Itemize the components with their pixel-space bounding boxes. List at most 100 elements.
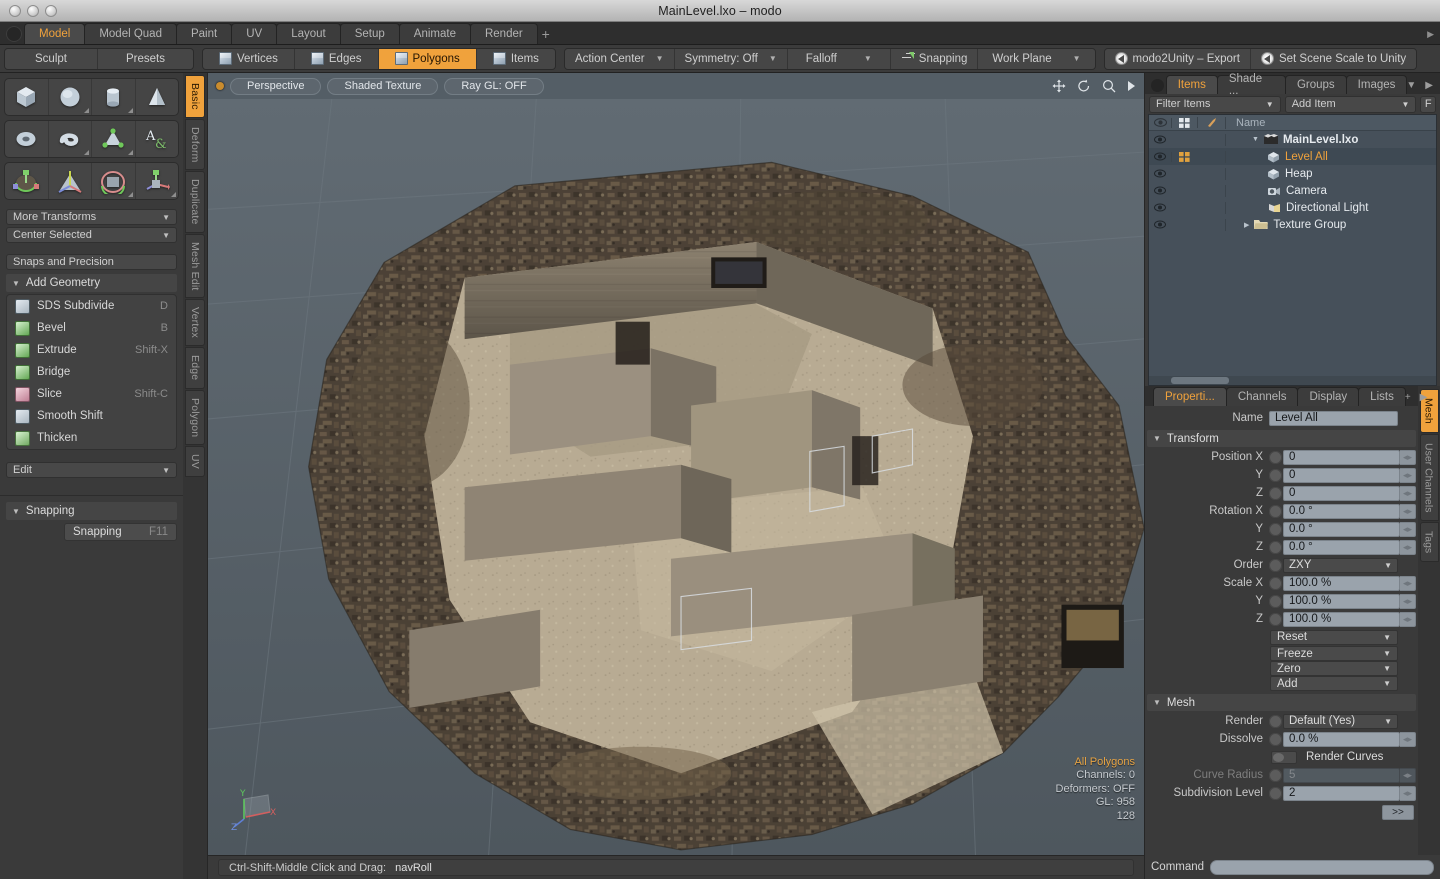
- row-visibility-toggle[interactable]: [1149, 203, 1171, 212]
- reset-dropdown[interactable]: Reset ▼: [1270, 629, 1398, 645]
- tool-smooth-shift[interactable]: Smooth Shift: [7, 405, 176, 427]
- channel-knob[interactable]: [1269, 486, 1282, 500]
- row-visibility-toggle[interactable]: [1149, 152, 1171, 161]
- subdivision-level-input[interactable]: 2: [1283, 785, 1400, 801]
- vertices-mode-button[interactable]: Vertices: [202, 48, 295, 69]
- items-mode-button[interactable]: Items: [476, 48, 555, 69]
- presets-button[interactable]: Presets: [97, 48, 193, 69]
- action-center-dropdown[interactable]: Action Center ▼: [564, 48, 675, 69]
- work-plane-dropdown[interactable]: Work Plane ▼: [978, 48, 1095, 69]
- channel-knob[interactable]: [1269, 540, 1282, 554]
- cube-tool[interactable]: [5, 79, 49, 115]
- snapping-toggle-button[interactable]: Snapping: [890, 48, 979, 69]
- position-y-stepper[interactable]: ◂▸: [1400, 467, 1416, 483]
- rotation-y-input[interactable]: 0.0 °: [1283, 521, 1400, 537]
- render-curves-toggle[interactable]: [1271, 750, 1297, 764]
- table-row[interactable]: Camera: [1149, 182, 1436, 199]
- scale-y-input[interactable]: 100.0 %: [1283, 593, 1400, 609]
- table-row[interactable]: Level All: [1149, 148, 1436, 165]
- rvtab-tags[interactable]: Tags: [1419, 522, 1439, 563]
- tab-groups[interactable]: Groups: [1284, 75, 1347, 94]
- spiral-tool[interactable]: [49, 121, 92, 157]
- tab-shading[interactable]: Shade ...: [1216, 73, 1286, 97]
- tool-bevel[interactable]: Bevel B: [7, 317, 176, 339]
- chevron-down-icon[interactable]: ▼: [1406, 80, 1416, 91]
- row-name-cell[interactable]: Directional Light: [1225, 201, 1436, 214]
- tool-extrude[interactable]: Extrude Shift-X: [7, 339, 176, 361]
- snapping-section-header[interactable]: ▼ Snapping: [6, 502, 177, 520]
- channel-knob[interactable]: [1269, 468, 1282, 482]
- mesh-section-header[interactable]: ▼ Mesh: [1147, 694, 1416, 711]
- rotation-x-stepper[interactable]: ◂▸: [1400, 503, 1416, 519]
- tab-layout[interactable]: Layout: [276, 23, 341, 44]
- dissolve-input[interactable]: 0.0 %: [1283, 731, 1400, 747]
- add-properties-tab-button[interactable]: +: [1405, 392, 1411, 403]
- tab-lists[interactable]: Lists: [1358, 387, 1406, 406]
- table-row[interactable]: ▶ Texture Group: [1149, 216, 1436, 233]
- channel-knob[interactable]: [1269, 732, 1282, 746]
- polygon-point-tool[interactable]: [92, 121, 136, 157]
- tab-setup[interactable]: Setup: [339, 23, 400, 44]
- viewport-shading-dropdown[interactable]: Shaded Texture: [327, 77, 439, 95]
- position-y-input[interactable]: 0: [1283, 467, 1400, 483]
- rvtab-user-channels[interactable]: User Channels: [1419, 433, 1439, 522]
- scale-z-stepper[interactable]: ◂▸: [1400, 611, 1416, 627]
- edit-dropdown[interactable]: Edit ▼: [6, 462, 177, 478]
- tab-uv[interactable]: UV: [231, 23, 278, 44]
- position-z-stepper[interactable]: ◂▸: [1400, 485, 1416, 501]
- position-z-input[interactable]: 0: [1283, 485, 1400, 501]
- sculpt-button[interactable]: Sculpt: [5, 48, 98, 69]
- vtab-mesh-edit[interactable]: Mesh Edit: [185, 233, 205, 299]
- channel-knob[interactable]: [1269, 558, 1282, 572]
- vtab-polygon[interactable]: Polygon: [185, 389, 205, 446]
- vtab-basic[interactable]: Basic: [185, 75, 205, 118]
- tab-model[interactable]: Model: [24, 23, 86, 44]
- scale-gizmo-tool[interactable]: [92, 163, 136, 199]
- tab-model-quad[interactable]: Model Quad: [84, 23, 177, 44]
- scale-y-stepper[interactable]: ◂▸: [1400, 593, 1416, 609]
- channel-knob[interactable]: [1269, 576, 1282, 590]
- channel-knob[interactable]: [1269, 504, 1282, 518]
- viewport-menu-dot[interactable]: [216, 82, 224, 90]
- table-row[interactable]: Heap: [1149, 165, 1436, 182]
- subdivision-level-stepper[interactable]: ◂▸: [1400, 785, 1416, 801]
- item-tree-hscrollbar[interactable]: [1149, 376, 1436, 385]
- edges-mode-button[interactable]: Edges: [294, 48, 379, 69]
- tab-paint[interactable]: Paint: [175, 23, 233, 44]
- cylinder-tool[interactable]: [92, 79, 136, 115]
- polygons-mode-button[interactable]: Polygons: [378, 48, 477, 69]
- add-dropdown[interactable]: Add ▼: [1270, 676, 1398, 691]
- sphere-tool[interactable]: [49, 79, 92, 115]
- modo2unity-export-button[interactable]: modo2Unity – Export: [1104, 48, 1251, 69]
- rotation-y-stepper[interactable]: ◂▸: [1400, 521, 1416, 537]
- channel-knob[interactable]: [1269, 450, 1282, 464]
- zoom-icon[interactable]: [1102, 79, 1116, 93]
- channel-knob[interactable]: [1269, 594, 1282, 608]
- zero-dropdown[interactable]: Zero ▼: [1270, 661, 1398, 676]
- chevron-down-icon[interactable]: ▼: [1252, 136, 1259, 143]
- expand-icon[interactable]: [1127, 80, 1136, 92]
- scale-x-stepper[interactable]: ◂▸: [1400, 575, 1416, 591]
- vtab-edge[interactable]: Edge: [185, 347, 205, 389]
- rotate-icon[interactable]: [1077, 79, 1091, 93]
- tab-bar-overflow-icon[interactable]: ▶: [1427, 29, 1434, 40]
- row-visibility-toggle[interactable]: [1149, 186, 1171, 195]
- render-dropdown[interactable]: Default (Yes) ▼: [1283, 713, 1398, 729]
- viewport-projection-dropdown[interactable]: Perspective: [230, 77, 322, 95]
- filter-key-button[interactable]: F: [1420, 95, 1436, 113]
- cone-tool[interactable]: [136, 79, 179, 115]
- row-name-cell[interactable]: Heap: [1225, 167, 1436, 180]
- tab-bar-knob[interactable]: [6, 26, 22, 42]
- command-input[interactable]: [1210, 859, 1434, 875]
- tool-sds-subdivide[interactable]: SDS Subdivide D: [7, 295, 176, 317]
- row-visibility-toggle[interactable]: [1149, 220, 1171, 229]
- items-tab-knob[interactable]: [1151, 79, 1164, 92]
- rotation-z-input[interactable]: 0.0 °: [1283, 539, 1400, 555]
- rotate-gizmo-tool[interactable]: [49, 163, 92, 199]
- add-geometry-section-header[interactable]: ▼ Add Geometry: [6, 274, 177, 292]
- name-input[interactable]: Level All: [1269, 410, 1398, 426]
- row-name-cell[interactable]: Level All: [1225, 150, 1436, 163]
- transform-gizmo-tool[interactable]: [136, 163, 179, 199]
- filter-items-dropdown[interactable]: Filter Items ▼: [1149, 95, 1281, 113]
- rotation-z-stepper[interactable]: ◂▸: [1400, 539, 1416, 555]
